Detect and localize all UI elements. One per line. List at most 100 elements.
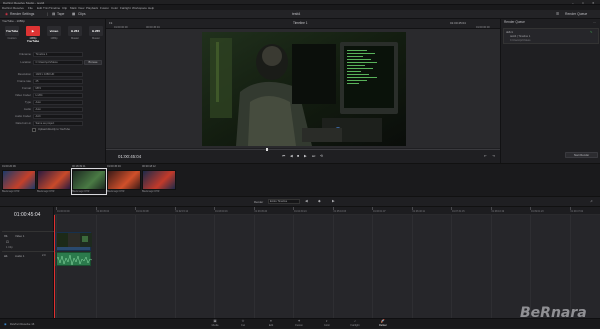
play-button[interactable]: ▶ bbox=[304, 154, 307, 158]
playhead[interactable] bbox=[54, 215, 55, 318]
job-edit-icon[interactable]: ✎ bbox=[590, 30, 593, 34]
setting-value[interactable]: Same as project bbox=[33, 120, 83, 126]
video-frame[interactable] bbox=[202, 32, 406, 146]
page-label: Deliver bbox=[379, 324, 387, 327]
to-start-button[interactable]: ⏮ bbox=[282, 154, 285, 158]
render-settings-panel: YouTube - 1080p YouTube Custom ▶ YouTube 10… bbox=[0, 19, 106, 177]
grid-line bbox=[372, 215, 373, 318]
setting-value[interactable]: Timeline 1 bbox=[33, 51, 83, 57]
clip-image bbox=[142, 170, 176, 190]
setting-row: Type Auto bbox=[2, 99, 104, 105]
setting-row: Audio Auto bbox=[2, 106, 104, 112]
prev-marker-icon[interactable]: ◀ bbox=[305, 199, 308, 203]
next-clip-button[interactable]: ⇥ bbox=[492, 154, 495, 158]
next-marker-icon[interactable]: ▶ bbox=[332, 199, 335, 203]
minimize-button[interactable]: – bbox=[572, 1, 574, 5]
clip-thumbnail[interactable]: 00:30:18:12 Blackmagic DHR bbox=[142, 165, 176, 194]
setting-row: Data burn-in Same as project bbox=[2, 120, 104, 126]
queue-icon[interactable]: ☰ bbox=[556, 12, 559, 16]
render-range-label: Render bbox=[254, 200, 264, 204]
start-render-button[interactable]: Start Render bbox=[565, 152, 598, 158]
render-settings-icon[interactable]: ◉ bbox=[5, 12, 8, 16]
maximize-button[interactable]: □ bbox=[582, 1, 584, 5]
job-name: testt4 | Timeline 1 bbox=[510, 35, 531, 38]
setting-value[interactable]: Auto bbox=[33, 99, 83, 105]
render-preset[interactable]: H.265 Master bbox=[86, 25, 106, 47]
to-end-button[interactable]: ⏭ bbox=[312, 154, 315, 158]
reverse-button[interactable]: ◀ bbox=[290, 154, 293, 158]
clips-icon[interactable]: ▦ bbox=[72, 12, 75, 16]
job-path: C:\Users\pc\Videos bbox=[510, 39, 531, 42]
render-preset[interactable]: vimeo 1080p bbox=[44, 25, 64, 47]
clip-name: Blackmagic DHR bbox=[2, 191, 20, 193]
current-timecode: 01:00:45:04 bbox=[118, 154, 142, 159]
video-clip[interactable] bbox=[55, 232, 92, 251]
clips-toggle[interactable]: Clips bbox=[78, 12, 86, 16]
stop-button[interactable]: ■ bbox=[297, 154, 299, 158]
play-marker-icon[interactable]: ◆ bbox=[318, 199, 321, 203]
page-label: Fairlight bbox=[350, 324, 360, 327]
render-preset[interactable]: H.264 Master bbox=[65, 25, 85, 47]
upload-checkbox[interactable] bbox=[32, 128, 36, 132]
resolve-logo-icon: ◉ bbox=[4, 322, 7, 326]
setting-value[interactable]: H.264 bbox=[33, 92, 83, 98]
scrubber-handle[interactable] bbox=[266, 148, 268, 151]
scrubber-track[interactable] bbox=[106, 149, 500, 150]
clip-image bbox=[2, 170, 36, 190]
ruler-label: 01:05:16:03 bbox=[333, 210, 347, 213]
timeline-toolbar: Render Entire Timeline ◀ ◆ ▶ ♫ bbox=[0, 197, 600, 207]
clip-thumbnails: 01:00:20:09 Blackmagic DHR Blackmagic DHR 0… bbox=[0, 163, 600, 197]
upload-label: Upload directly to YouTube bbox=[38, 128, 71, 131]
timeline-ruler[interactable]: 01:00:00:00 01:00:45:04 01:01:30:08 01:02:1… bbox=[54, 207, 600, 215]
track-v1-header[interactable]: V1 Video 1 ⊡ 1 Clip bbox=[2, 231, 54, 251]
clip-thumbnail[interactable]: 00:18:39:11 Blackmagic DHR bbox=[71, 165, 107, 195]
clip-image bbox=[72, 170, 106, 190]
timeline-tracks[interactable] bbox=[54, 215, 600, 318]
render-queue-toggle[interactable]: Render Queue bbox=[565, 12, 587, 16]
queue-options-icon[interactable]: ⋯ bbox=[593, 20, 596, 24]
setting-value[interactable]: C:\Users\pc\Videos bbox=[33, 59, 83, 65]
preset-label: Master bbox=[92, 37, 100, 40]
render-range-select[interactable]: Entire Timeline bbox=[268, 199, 300, 204]
ruler-label: 01:06:46:11 bbox=[412, 210, 425, 213]
render-queue-panel: Render Queue ⋯ Job 1 ✎ testt4 | Timeline… bbox=[500, 19, 600, 163]
clip-thumbnail[interactable]: Blackmagic DHR bbox=[37, 169, 71, 194]
preset-label: Custom bbox=[7, 37, 17, 40]
prev-clip-button[interactable]: ⇤ bbox=[484, 154, 487, 158]
clip-timecode: 00:30:18:12 bbox=[142, 165, 156, 168]
clip-thumbnail[interactable]: 01:00:20:09 Blackmagic DHR bbox=[2, 165, 36, 194]
clip-timecode: 01:00:45:04 bbox=[107, 165, 121, 168]
render-preset[interactable]: ▶ YouTube 1080p bbox=[23, 25, 43, 47]
close-button[interactable]: ✕ bbox=[592, 1, 595, 5]
audio-clip[interactable] bbox=[55, 252, 93, 266]
timeline-timecode: 01:00:45:04 bbox=[14, 212, 41, 218]
audio-meter-icon[interactable]: ♫ bbox=[590, 199, 593, 203]
setting-value[interactable]: AAC bbox=[33, 113, 83, 119]
grid-line bbox=[451, 215, 452, 318]
browse-button[interactable]: Browse bbox=[84, 60, 102, 65]
zoom-fit-dropdown[interactable]: Fit bbox=[109, 21, 112, 25]
setting-label: Data burn-in bbox=[15, 121, 31, 125]
clip-thumbnail[interactable]: 01:00:45:04 Blackmagic DHR bbox=[107, 165, 141, 194]
tape-icon[interactable]: ▤ bbox=[52, 12, 55, 16]
setting-label: Location bbox=[20, 60, 31, 64]
timeline-track-header: 01:00:45:04 V1 Video 1 ⊡ 1 Clip A1 Audio… bbox=[0, 207, 54, 318]
setting-row: Audio Codec AAC bbox=[2, 113, 104, 119]
grid-line bbox=[530, 215, 531, 318]
tape-label[interactable]: Tape bbox=[57, 12, 64, 16]
setting-value[interactable]: MP4 bbox=[33, 85, 83, 91]
ruler-label: 01:02:15:12 bbox=[175, 210, 189, 213]
grid-line bbox=[95, 215, 97, 318]
render-preset[interactable]: YouTube Custom bbox=[2, 25, 22, 47]
page-label: Fusion bbox=[295, 324, 303, 327]
track-a1-header[interactable]: A1 Audio 1 2.0 bbox=[2, 251, 54, 271]
ruler-label: 01:01:30:08 bbox=[136, 210, 149, 213]
setting-value[interactable]: 1920 x 1080 HD bbox=[33, 71, 83, 77]
ruler-label: 01:07:31:15 bbox=[452, 210, 465, 213]
render-settings-toggle[interactable]: Render Settings bbox=[10, 12, 34, 16]
setting-value[interactable]: Auto bbox=[33, 106, 83, 112]
loop-button[interactable]: ⟲ bbox=[320, 154, 323, 158]
render-job-item[interactable]: Job 1 ✎ testt4 | Timeline 1 C:\Users\pc\… bbox=[503, 28, 599, 44]
track-v1-lock-icon[interactable]: ⊡ bbox=[6, 240, 9, 244]
setting-value[interactable]: 25 bbox=[33, 78, 83, 84]
